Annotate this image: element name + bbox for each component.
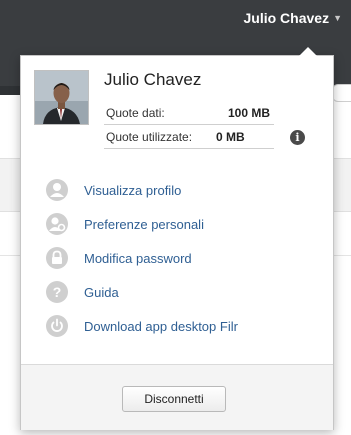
lock-icon: [46, 247, 68, 269]
menu-item-label: Download app desktop Filr: [84, 318, 238, 334]
menu-item-label: Preferenze personali: [84, 216, 204, 232]
user-menu-popup: Julio Chavez Quote dati: 100 MB Quote ut…: [20, 47, 334, 430]
used-quota-value: 0 MB: [216, 130, 245, 144]
avatar: [34, 70, 89, 125]
menu-item-label: Modifica password: [84, 250, 192, 266]
user-icon: [46, 179, 68, 201]
menu-item-label: Visualizza profilo: [84, 182, 182, 198]
used-quota-label: Quote utilizzate:: [106, 130, 193, 144]
background-control-fragment: [332, 84, 351, 102]
info-icon[interactable]: i: [290, 130, 305, 145]
profile-section: Julio Chavez Quote dati: 100 MB Quote ut…: [34, 70, 324, 170]
user-name: Julio Chavez: [104, 70, 202, 89]
menu-item-download-desktop-app[interactable]: Download app desktop Filr: [46, 313, 238, 339]
help-icon: ?: [46, 281, 68, 303]
quota-label: Quote dati:: [106, 106, 165, 120]
menu-item-label: Guida: [84, 284, 119, 300]
menu-item-view-profile[interactable]: Visualizza profilo: [46, 177, 181, 203]
menu-item-change-password[interactable]: Modifica password: [46, 245, 192, 271]
used-quota-row: Quote utilizzate: 0 MB: [104, 126, 274, 149]
menu-item-help[interactable]: ? Guida: [46, 279, 119, 305]
power-icon: [46, 315, 68, 337]
user-menu-toggle[interactable]: Julio Chavez ▼: [243, 10, 342, 26]
popup-footer: Disconnetti: [21, 364, 333, 430]
quota-value: 100 MB: [227, 106, 270, 120]
chevron-down-icon: ▼: [333, 13, 342, 23]
popup-caret: [299, 47, 317, 56]
menu-item-personal-preferences[interactable]: Preferenze personali: [46, 211, 204, 237]
quota-row: Quote dati: 100 MB: [104, 102, 274, 125]
user-menu-name: Julio Chavez: [243, 10, 330, 26]
logout-button[interactable]: Disconnetti: [122, 386, 226, 412]
svg-text:?: ?: [53, 284, 62, 300]
user-settings-icon: [46, 213, 68, 235]
